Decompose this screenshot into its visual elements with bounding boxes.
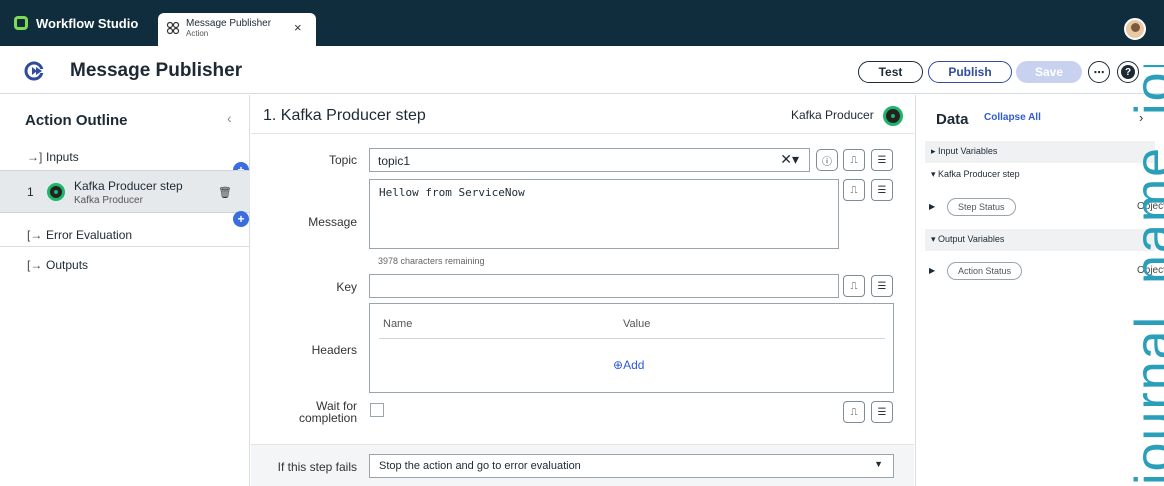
kafka-producer-icon (47, 183, 65, 201)
divider (379, 338, 885, 339)
wait-for-completion-label: Wait for completion (251, 400, 357, 424)
tab-subtitle: Action (186, 29, 209, 38)
topic-value: topic1 (378, 154, 411, 168)
if-step-fails-value: Stop the action and go to error evaluati… (379, 460, 581, 472)
outline-item-error-evaluation[interactable]: [→ Error Evaluation (0, 223, 250, 247)
section-label: Output Variables (938, 234, 1005, 244)
outline-item-outputs[interactable]: [→ Outputs (0, 255, 250, 275)
data-panel-title: Data (936, 111, 969, 128)
if-step-fails-select[interactable]: Stop the action and go to error evaluati… (369, 454, 894, 478)
outline-item-label: Error Evaluation (46, 227, 133, 242)
kafka-producer-icon (883, 106, 903, 126)
data-picker-icon[interactable]: ☰ (871, 149, 893, 171)
test-button[interactable]: Test (858, 61, 923, 83)
avatar[interactable] (1124, 18, 1146, 40)
trash-icon[interactable]: 🗑 (218, 186, 232, 199)
data-picker-icon[interactable]: ☰ (871, 275, 893, 297)
data-pill-icon[interactable]: ⎍ (843, 149, 865, 171)
data-picker-icon[interactable]: ☰ (871, 179, 893, 201)
divider (251, 133, 914, 134)
step-title: Kafka Producer step (74, 179, 183, 193)
outline-item-label: Outputs (46, 258, 89, 272)
watermark: journal_name_journal (1124, 65, 1164, 486)
section-kafka-step[interactable]: ▾ Kafka Producer step (925, 164, 1155, 186)
step-config-title: 1. Kafka Producer step (263, 107, 426, 124)
outline-item-label: Inputs (46, 150, 79, 164)
chevron-down-icon: ▼ (874, 459, 883, 469)
if-step-fails-label: If this step fails (277, 460, 357, 474)
app-tab-workflow-studio[interactable]: Workflow Studio (14, 11, 138, 35)
wait-for-completion-checkbox[interactable] (370, 403, 384, 417)
outputs-icon: [→ (27, 258, 43, 272)
headers-label: Headers (311, 343, 357, 357)
action-icon (166, 21, 180, 35)
publish-button[interactable]: Publish (928, 61, 1012, 83)
app-name: Workflow Studio (36, 15, 139, 31)
headers-table: Name Value ⊕Add (369, 303, 894, 393)
wait-label-line2: completion (298, 411, 357, 425)
key-input[interactable] (369, 274, 839, 298)
page-header: Message Publisher Test Publish Save ⋯ ? (0, 46, 1164, 94)
error-evaluation-icon: [→ (27, 227, 43, 242)
more-options-button[interactable]: ⋯ (1088, 61, 1110, 83)
top-bar: Workflow Studio Message Publisher Action… (0, 0, 1164, 46)
add-label: Add (623, 358, 645, 372)
section-input-variables[interactable]: ▸ Input Variables (925, 141, 1155, 163)
tab-message-publisher[interactable]: Message Publisher Action × (158, 13, 316, 46)
clear-dropdown-icon[interactable]: ✕▾ (780, 151, 799, 168)
inputs-icon: →] (27, 150, 43, 164)
data-pill-icon[interactable]: ⎍ (843, 179, 865, 201)
page-title: Message Publisher (70, 60, 243, 81)
outline-title: Action Outline (25, 112, 128, 129)
data-picker-icon[interactable]: ☰ (871, 401, 893, 423)
characters-remaining: 3978 characters remaining (378, 256, 485, 266)
message-label: Message (308, 215, 357, 229)
section-label: Kafka Producer step (938, 169, 1020, 179)
add-header-button[interactable]: ⊕Add (613, 358, 644, 372)
topic-label: Topic (328, 153, 357, 167)
info-icon[interactable]: ⓘ (816, 149, 838, 171)
expand-triangle-icon[interactable]: ▶ (929, 202, 935, 211)
add-icon: ⊕ (613, 358, 624, 372)
save-button[interactable]: Save (1016, 61, 1082, 83)
close-tab-icon[interactable]: × (294, 20, 302, 35)
headers-col-name: Name (383, 318, 413, 330)
topic-input[interactable]: topic1 ✕▾ (369, 148, 810, 172)
key-label: Key (336, 280, 357, 294)
step-config-panel: 1. Kafka Producer step Kafka Producer To… (251, 95, 914, 486)
outline-item-inputs[interactable]: →] Inputs (0, 147, 250, 167)
collapse-all-link[interactable]: Collapse All (984, 112, 1041, 123)
step-subtitle: Kafka Producer (74, 195, 143, 206)
servicenow-logo-icon (14, 16, 28, 30)
action-outline-panel: Action Outline ‹ →] Inputs + 1 Kafka Pro… (0, 95, 250, 486)
section-output-variables[interactable]: ▾ Output Variables (925, 229, 1155, 251)
step-type-label: Kafka Producer (791, 108, 874, 122)
data-pill-icon[interactable]: ⎍ (843, 401, 865, 423)
collapse-outline-icon[interactable]: ‹ (227, 110, 232, 126)
message-textarea[interactable]: Hellow from ServiceNow (369, 179, 839, 249)
action-arrow-icon (24, 61, 44, 81)
data-pill-icon[interactable]: ⎍ (843, 275, 865, 297)
expand-triangle-icon[interactable]: ▶ (929, 266, 935, 275)
tab-title: Message Publisher (186, 18, 272, 29)
step-number: 1 (27, 185, 34, 199)
section-label: Input Variables (938, 146, 998, 156)
headers-col-value: Value (623, 318, 651, 330)
step-status-pill[interactable]: Step Status (947, 198, 1016, 216)
watermark-text: journal_name_journal (1125, 65, 1164, 485)
outline-item-kafka-step[interactable]: 1 Kafka Producer step Kafka Producer 🗑 (0, 170, 250, 213)
action-status-pill[interactable]: Action Status (947, 262, 1023, 280)
